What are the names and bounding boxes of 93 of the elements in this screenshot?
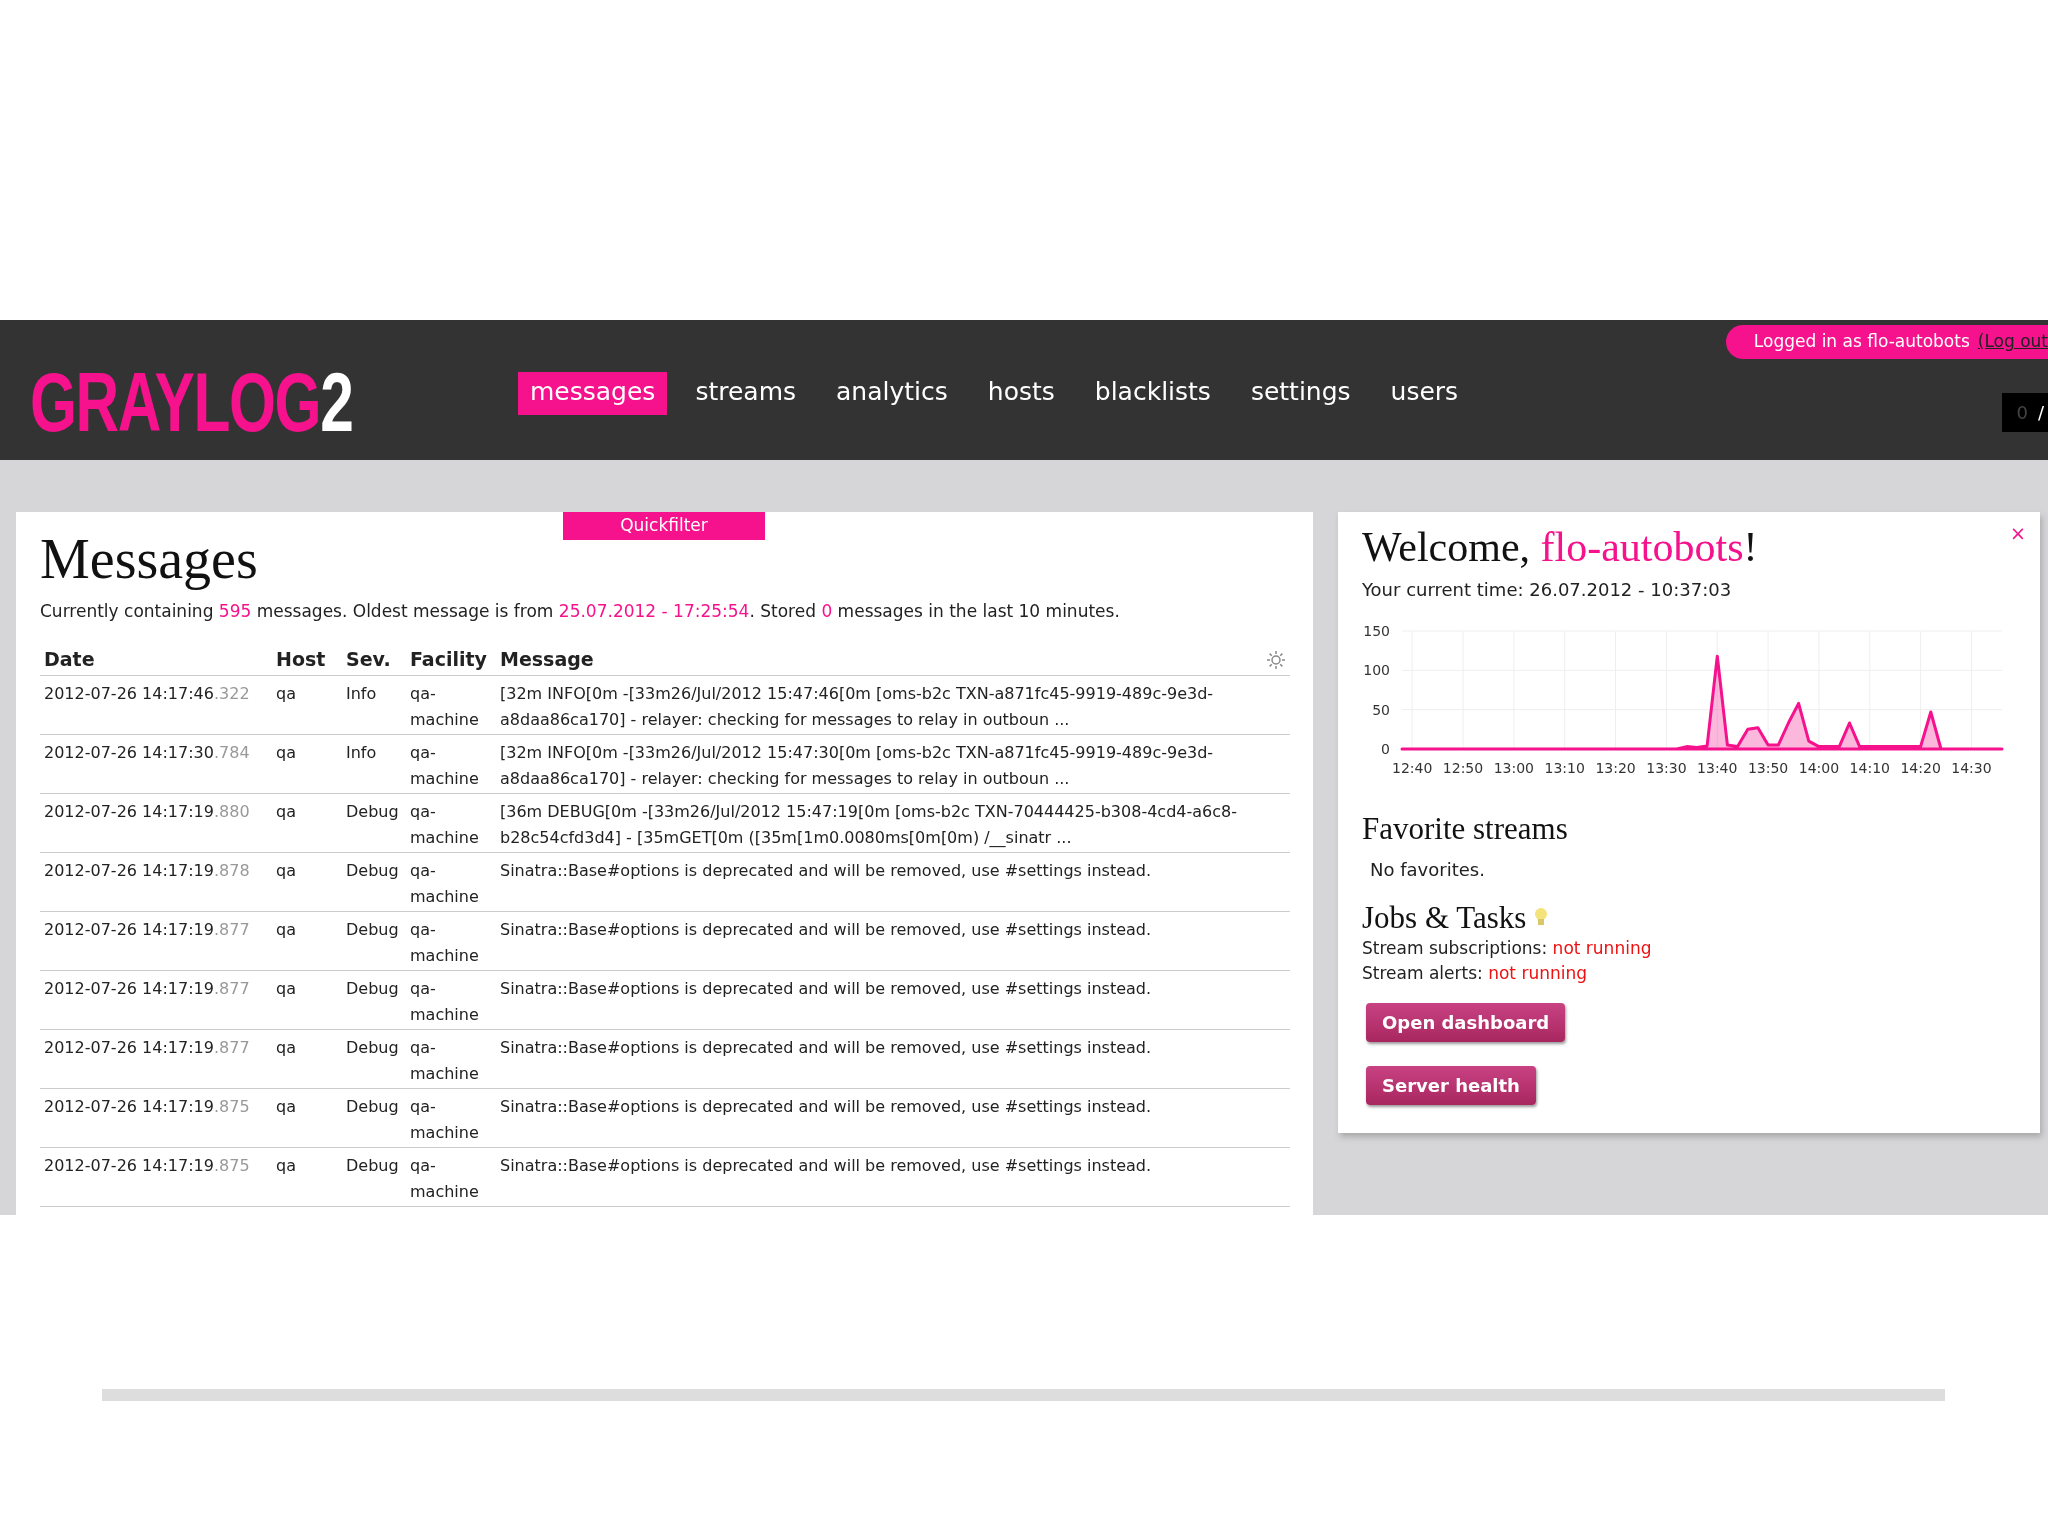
table-cell: Info — [342, 734, 406, 794]
logout-link[interactable]: (Log out — [1977, 331, 2048, 351]
table-cell: qa-machine — [406, 1088, 496, 1148]
table-cell: Debug — [342, 1029, 406, 1089]
table-cell: 2012-07-26 14:17:19.880 — [40, 793, 272, 853]
table-cell: Debug — [342, 852, 406, 912]
table-cell: 2012-07-26 14:17:30.784 — [40, 734, 272, 794]
page-title: Messages — [40, 527, 258, 592]
nav-tab[interactable]: streams — [683, 372, 809, 415]
column-header: Message — [496, 640, 1250, 676]
table-cell: Sinatra::Base#options is deprecated and will be removed, use #settings instead. — [496, 1029, 1290, 1089]
login-text: Logged in as flo-autobots — [1753, 331, 1970, 351]
column-header: Facility — [406, 640, 496, 676]
logo-text: GRAYLOG2 — [30, 360, 353, 444]
y-tick-label: 50 — [1372, 702, 1390, 719]
column-header: Sev. — [342, 640, 406, 676]
scrollbar[interactable] — [102, 1389, 1945, 1401]
table-cell: 2012-07-26 14:17:19.875 — [40, 1088, 272, 1148]
table-cell: qa-machine — [406, 793, 496, 853]
x-tick-label: 13:30 — [1646, 760, 1687, 777]
table-cell: qa — [272, 970, 342, 1030]
table-cell: [36m DEBUG[0m -[33m26/Jul/2012 15:47:19[0m [oms-b2c TXN-70444425-b308-4cd4-a6c8-b28c54cfd3d4] - [35mGET[0m ([35m[1m0.0080ms[0m[0m) /__sinatr ... — [496, 793, 1290, 853]
nav-tab[interactable]: settings — [1238, 372, 1363, 415]
current-time-text: Your current time: 26.07.2012 - 10:37:03 — [1362, 578, 1733, 603]
table-cell: 2012-07-26 14:17:19.877 — [40, 970, 272, 1030]
x-tick-label: 14:10 — [1849, 760, 1890, 777]
table-cell: qa — [272, 1147, 342, 1207]
table-cell: Sinatra::Base#options is deprecated and will be removed, use #settings instead. — [496, 1088, 1290, 1148]
x-tick-label: 13:40 — [1697, 760, 1738, 777]
action-button[interactable]: Server health — [1366, 1065, 1536, 1105]
table-cell: qa-machine — [406, 852, 496, 912]
y-tick-label: 100 — [1363, 662, 1390, 679]
x-tick-label: 13:10 — [1544, 760, 1585, 777]
table-cell: qa — [272, 734, 342, 794]
table-cell: Sinatra::Base#options is deprecated and will be removed, use #settings instead. — [496, 1147, 1290, 1207]
table-cell: qa-machine — [406, 1029, 496, 1089]
counter-value: 0 — [2016, 401, 2028, 425]
table-cell: [32m INFO[0m -[33m26/Jul/2012 15:47:30[0m [oms-b2c TXN-a871fc45-9919-489c-9e3d-a8daa86ca170] - relayer: checking for messages to relay in outboun ... — [496, 734, 1290, 794]
x-tick-label: 13:20 — [1595, 760, 1636, 777]
table-cell: 2012-07-26 14:17:19.878 — [40, 852, 272, 912]
table-cell: Debug — [342, 1147, 406, 1207]
table-cell: qa-machine — [406, 911, 496, 971]
column-header: Host — [272, 640, 342, 676]
table-cell: Info — [342, 675, 406, 735]
nav-tab[interactable]: users — [1378, 372, 1471, 415]
nav-tab[interactable]: blacklists — [1082, 372, 1223, 415]
table-cell: qa-machine — [406, 734, 496, 794]
x-tick-label: 13:50 — [1747, 760, 1789, 777]
table-cell: qa — [272, 675, 342, 735]
action-button[interactable]: Open dashboard — [1366, 1002, 1566, 1042]
y-tick-label: 0 — [1381, 741, 1390, 758]
x-tick-label: 13:00 — [1493, 760, 1535, 777]
empty-text: No favorites. — [1370, 857, 1486, 882]
x-tick-label: 14:20 — [1900, 760, 1941, 777]
close-button[interactable]: × — [2010, 524, 2026, 543]
table-cell: qa-machine — [406, 970, 496, 1030]
settings-icon[interactable] — [1266, 650, 1286, 671]
table-cell: qa-machine — [406, 1147, 496, 1207]
table-cell: Sinatra::Base#options is deprecated and will be removed, use #settings instead. — [496, 911, 1290, 971]
section-title: Jobs & Tasks — [1362, 898, 1527, 936]
welcome-heading: Welcome, flo-autobots! — [1362, 523, 1759, 572]
table-cell: Debug — [342, 970, 406, 1030]
job-status-text: Stream subscriptions: not running — [1362, 936, 1653, 960]
table-cell: qa — [272, 911, 342, 971]
table-cell: qa — [272, 1088, 342, 1148]
nav-tab[interactable]: messages — [518, 372, 668, 415]
column-header: Date — [40, 640, 272, 676]
x-tick-label: 14:30 — [1951, 760, 1992, 777]
table-cell: 2012-07-26 14:17:19.875 — [40, 1147, 272, 1207]
x-tick-label: 12:50 — [1442, 760, 1484, 777]
table-cell: Sinatra::Base#options is deprecated and will be removed, use #settings instead. — [496, 970, 1290, 1030]
y-tick-label: 150 — [1363, 623, 1390, 640]
x-tick-label: 12:40 — [1392, 760, 1433, 777]
table-cell: 2012-07-26 14:17:46.322 — [40, 675, 272, 735]
table-cell: qa-machine — [406, 675, 496, 735]
summary-text: Currently containing 595 messages. Oldest message is from 25.07.2012 - 17:25:54. Stored 0 messages in the last 10 minutes. — [40, 600, 1121, 624]
table-cell: Debug — [342, 793, 406, 853]
nav-tab[interactable]: hosts — [975, 372, 1067, 415]
table-cell: [32m INFO[0m -[33m26/Jul/2012 15:47:46[0m [oms-b2c TXN-a871fc45-9919-489c-9e3d-a8daa86ca170] - relayer: checking for messages to relay in outboun ... — [496, 675, 1290, 735]
table-cell: 2012-07-26 14:17:19.877 — [40, 1029, 272, 1089]
table-cell: qa — [272, 852, 342, 912]
quickfilter-button[interactable]: Quickfilter — [563, 512, 765, 540]
table-cell: 2012-07-26 14:17:19.877 — [40, 911, 272, 971]
table-cell: Debug — [342, 1088, 406, 1148]
table-cell: Sinatra::Base#options is deprecated and will be removed, use #settings instead. — [496, 852, 1290, 912]
table-cell: qa — [272, 793, 342, 853]
nav-tab[interactable]: analytics — [824, 372, 960, 415]
table-cell: Debug — [342, 911, 406, 971]
section-title: Favorite streams — [1362, 810, 1569, 848]
job-status-text: Stream alerts: not running — [1362, 962, 1588, 986]
table-cell: qa — [272, 1029, 342, 1089]
x-tick-label: 14:00 — [1798, 760, 1840, 777]
counter-separator: / — [2037, 401, 2044, 425]
